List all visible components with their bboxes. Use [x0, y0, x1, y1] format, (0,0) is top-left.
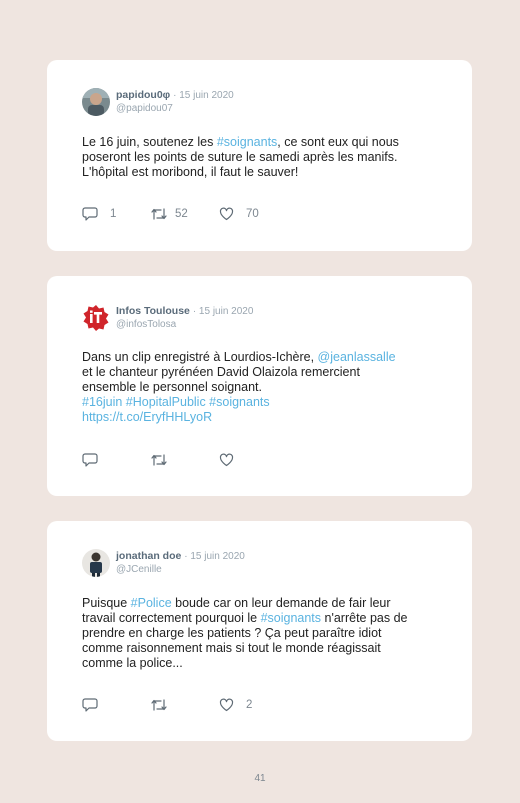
tweet-text: Dans un clip enregistré à Lourdios-Ichèr… [82, 350, 442, 425]
avatar[interactable] [82, 304, 110, 332]
infos-toulouse-logo [83, 305, 109, 331]
mention-link[interactable]: @jeanlassalle [318, 350, 396, 364]
tweet-card: papidou0φ · 15 juin 2020 @papidou07 Le 1… [47, 60, 472, 251]
tweet-text-line: comme raisonnement mais si tout le monde… [82, 641, 381, 655]
like-count: 70 [246, 208, 259, 220]
author-handle[interactable]: @infosTolosa [116, 319, 176, 330]
speech-bubble-icon [82, 698, 98, 712]
tweet-text-line: ensemble le personnel soignant. [82, 380, 262, 394]
tweet-text-line: travail correctement pourquoi le #soigna… [82, 611, 442, 626]
text-segment: travail correctement pourquoi le [82, 611, 261, 625]
text-segment: Le 16 juin, soutenez les [82, 135, 217, 149]
text-segment: Dans un clip enregistré à Lourdios-Ichèr… [82, 350, 318, 364]
like-count: 2 [246, 699, 253, 711]
heart-icon [219, 207, 234, 221]
reply-count: 1 [110, 208, 117, 220]
reply-button[interactable] [82, 452, 110, 468]
speech-bubble-icon [82, 453, 98, 467]
tweet-card: jonathan doe · 15 juin 2020 @JCenille Pu… [47, 521, 472, 741]
author-line: Infos Toulouse · 15 juin 2020 [116, 305, 253, 317]
like-button[interactable]: 70 [219, 206, 259, 222]
like-button[interactable]: 2 [219, 697, 252, 713]
hashtag-links[interactable]: #16juin #HopitalPublic #soignants [82, 395, 442, 410]
author-name[interactable]: Infos Toulouse [116, 305, 190, 317]
author-handle[interactable]: @JCenille [116, 564, 162, 575]
author-name[interactable]: jonathan doe [116, 550, 181, 562]
tweet-text-line: et le chanteur pyrénéen David Olaizola r… [82, 365, 360, 379]
author-name[interactable]: papidou0φ [116, 89, 170, 101]
retweet-icon [151, 454, 167, 466]
retweet-count: 52 [175, 208, 188, 220]
avatar[interactable] [82, 549, 110, 577]
retweet-icon [151, 208, 167, 220]
text-segment: Puisque [82, 596, 131, 610]
tweet-card: Infos Toulouse · 15 juin 2020 @infosTolo… [47, 276, 472, 496]
tweet-text-line: Puisque #Police boude car on leur demand… [82, 596, 442, 611]
text-segment: , ce sont eux qui nous [277, 135, 399, 149]
tweet-date: · 15 juin 2020 [184, 551, 245, 562]
tweet-text: Puisque #Police boude car on leur demand… [82, 596, 442, 671]
hashtag-link[interactable]: #soignants [261, 611, 321, 625]
author-line: jonathan doe · 15 juin 2020 [116, 550, 245, 562]
tweet-date: · 15 juin 2020 [192, 306, 254, 317]
hashtag-link[interactable]: #soignants [217, 135, 277, 149]
reply-button[interactable]: 1 [82, 206, 116, 222]
retweet-button[interactable]: 52 [150, 206, 188, 222]
tweet-text-line: prendre en charge les patients ? Ça peut… [82, 626, 382, 640]
tweet-text-line: Dans un clip enregistré à Lourdios-Ichèr… [82, 350, 442, 365]
avatar[interactable] [82, 88, 110, 116]
retweet-button[interactable] [150, 452, 180, 468]
retweet-button[interactable] [150, 697, 180, 713]
heart-icon [219, 698, 234, 712]
page-number: 41 [254, 773, 266, 784]
speech-bubble-icon [82, 207, 98, 221]
tweet-date: · 15 juin 2020 [173, 90, 234, 101]
url-link[interactable]: https://t.co/EryfHHLyoR [82, 410, 442, 425]
hashtag-link[interactable]: #Police [131, 596, 172, 610]
tweet-text-line: comme la police... [82, 656, 183, 670]
text-segment: n'arrête pas de [321, 611, 408, 625]
text-segment: boude car on leur demande de fair leur [171, 596, 391, 610]
heart-icon [219, 453, 234, 467]
author-line: papidou0φ · 15 juin 2020 [116, 89, 234, 101]
tweet-text: Le 16 juin, soutenez les #soignants, ce … [82, 135, 442, 180]
like-button[interactable] [219, 452, 246, 468]
reply-button[interactable] [82, 697, 110, 713]
author-handle[interactable]: @papidou07 [116, 103, 173, 114]
tweet-text-line: poseront les points de suture le samedi … [82, 150, 398, 164]
tweet-text-line: Le 16 juin, soutenez les #soignants, ce … [82, 135, 442, 150]
tweet-text-line: L'hôpital est moribond, il faut le sauve… [82, 165, 299, 179]
retweet-icon [151, 699, 167, 711]
